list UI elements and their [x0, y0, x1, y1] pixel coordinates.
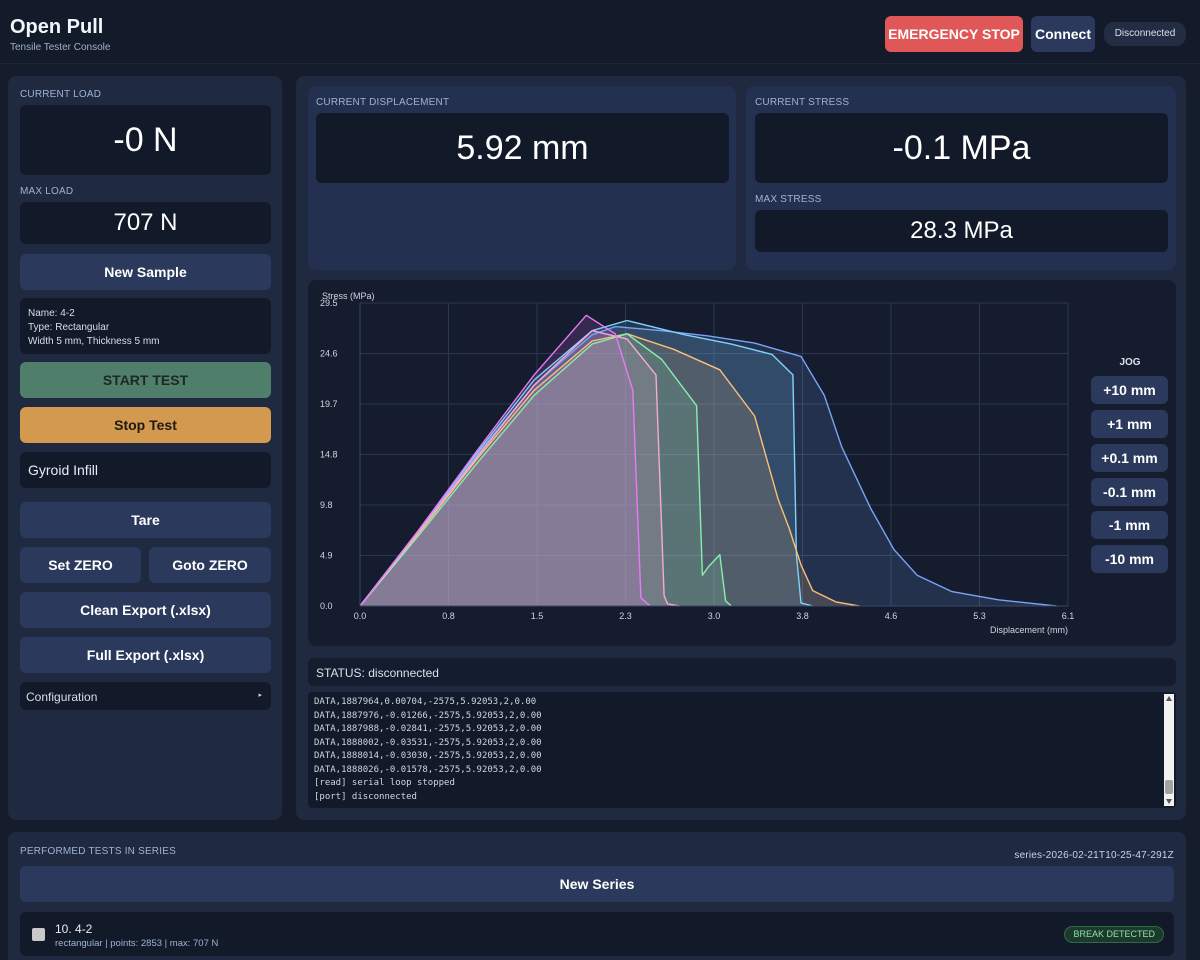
chart-card: 0.0 0.8 1.5 2.3 3.0 3.8 4.6 5.3 6.1 0.0 4.9 9.8 14.8…: [308, 280, 1176, 646]
x-tick-label: 0.8: [442, 611, 455, 621]
x-tick-label: 0.0: [354, 611, 367, 621]
full-export-button[interactable]: Full Export (.xlsx): [20, 637, 271, 673]
configuration-label: Configuration: [26, 690, 98, 704]
jog-button[interactable]: +10 mm: [1091, 376, 1168, 404]
test-meta: rectangular | points: 2853 | max: 707 N: [55, 938, 219, 949]
log-line: DATA,1887976,-0.01266,-2575,5.92053,2,0.…: [314, 710, 542, 721]
log-line: [read] serial loop stopped: [314, 778, 455, 788]
x-axis-label: Displacement (mm): [990, 625, 1068, 635]
app-header: Open Pull Tensile Tester Console EMERGEN…: [0, 0, 1200, 64]
sample-type: Type: Rectangular: [28, 322, 110, 333]
y-tick-label: 0.0: [320, 601, 333, 611]
y-tick-label: 19.7: [320, 399, 338, 409]
x-tick-label: 2.3: [619, 611, 632, 621]
x-tick-label: 5.3: [973, 611, 986, 621]
start-test-button[interactable]: START TEST: [20, 362, 271, 398]
sample-note-field[interactable]: Gyroid Infill: [20, 452, 271, 488]
x-tick-label: 6.1: [1062, 611, 1075, 621]
x-tick-label: 3.0: [708, 611, 721, 621]
series-panel: PERFORMED TESTS IN SERIES series-2026-02…: [8, 832, 1186, 960]
sample-info: Name: 4-2 Type: Rectangular Width 5 mm, …: [20, 298, 271, 354]
y-tick-label: 4.9: [320, 551, 333, 561]
connect-button[interactable]: Connect: [1031, 16, 1095, 52]
series-id: series-2026-02-21T10-25-47-291Z: [1014, 850, 1174, 861]
current-load-label: CURRENT LOAD: [20, 89, 102, 100]
tare-button[interactable]: Tare: [20, 502, 271, 538]
log-line: DATA,1888014,-0.03030,-2575,5.92053,2,0.…: [314, 751, 542, 761]
scroll-thumb[interactable]: [1165, 780, 1173, 794]
status-bar: STATUS: disconnected: [308, 658, 1176, 686]
max-stress-label: MAX STRESS: [755, 194, 822, 205]
stress-value: -0.1 MPa: [755, 113, 1168, 183]
jog-button[interactable]: +0.1 mm: [1091, 444, 1168, 472]
log-line: [port] disconnected: [314, 791, 417, 802]
emergency-stop-button[interactable]: EMERGENCY STOP: [885, 16, 1023, 52]
jog-button[interactable]: -1 mm: [1091, 511, 1168, 539]
x-tick-label: 4.6: [885, 611, 898, 621]
max-stress-value: 28.3 MPa: [755, 210, 1168, 252]
current-load-value: -0 N: [20, 105, 271, 175]
new-series-button[interactable]: New Series: [20, 866, 1174, 902]
scroll-up-arrow-icon[interactable]: [1166, 696, 1172, 701]
test-list-item[interactable]: 10. 4-2 rectangular | points: 2853 | max…: [20, 912, 1174, 956]
series-area: [360, 315, 651, 606]
clean-export-button[interactable]: Clean Export (.xlsx): [20, 592, 271, 628]
stress-label: CURRENT STRESS: [755, 97, 850, 108]
log-line: DATA,1888026,-0.01578,-2575,5.92053,2,0.…: [314, 764, 542, 775]
sample-dimensions: Width 5 mm, Thickness 5 mm: [28, 336, 160, 347]
connection-status-badge: Disconnected: [1104, 22, 1186, 46]
app-subtitle: Tensile Tester Console: [10, 42, 111, 53]
expand-arrow-icon: ▸: [258, 692, 262, 699]
log-line: DATA,1888002,-0.03531,-2575,5.92053,2,0.…: [314, 737, 542, 748]
jog-button[interactable]: +1 mm: [1091, 410, 1168, 438]
y-axis-label: Stress (MPa): [322, 291, 375, 301]
configuration-toggle[interactable]: Configuration ▸: [20, 682, 271, 710]
new-sample-button[interactable]: New Sample: [20, 254, 271, 290]
x-tick-label: 3.8: [796, 611, 809, 621]
jog-button[interactable]: -0.1 mm: [1091, 478, 1168, 506]
log-scrollbar[interactable]: [1164, 694, 1174, 806]
scroll-down-arrow-icon[interactable]: [1166, 799, 1172, 804]
set-zero-button[interactable]: Set ZERO: [20, 547, 141, 583]
x-tick-label: 1.5: [531, 611, 544, 621]
sample-name: Name: 4-2: [28, 308, 75, 319]
test-name: 10. 4-2: [55, 922, 93, 936]
goto-zero-button[interactable]: Goto ZERO: [149, 547, 271, 583]
displacement-label: CURRENT DISPLACEMENT: [316, 97, 450, 108]
displacement-value: 5.92 mm: [316, 113, 729, 183]
app-title: Open Pull: [10, 16, 104, 38]
max-load-value: 707 N: [20, 202, 271, 244]
log-line: DATA,1887988,-0.02841,-2575,5.92053,2,0.…: [314, 724, 542, 734]
max-load-label: MAX LOAD: [20, 186, 74, 197]
series-section-label: PERFORMED TESTS IN SERIES: [20, 846, 176, 857]
log-line: DATA,1887964,0.00704,-2575,5.92053,2,0.0…: [314, 697, 537, 707]
test-select-checkbox[interactable]: [32, 928, 45, 941]
y-tick-label: 24.6: [320, 349, 338, 359]
serial-log[interactable]: DATA,1887964,0.00704,-2575,5.92053,2,0.0…: [308, 692, 1176, 808]
stress-displacement-chart: 0.0 0.8 1.5 2.3 3.0 3.8 4.6 5.3 6.1 0.0 4.9 9.8 14.8…: [320, 291, 1075, 635]
break-detected-badge: BREAK DETECTED: [1064, 926, 1164, 943]
y-tick-label: 14.8: [320, 450, 338, 460]
y-tick-label: 9.8: [320, 500, 333, 510]
jog-title: JOG: [1119, 357, 1141, 368]
jog-button[interactable]: -10 mm: [1091, 545, 1168, 573]
stop-test-button[interactable]: Stop Test: [20, 407, 271, 443]
